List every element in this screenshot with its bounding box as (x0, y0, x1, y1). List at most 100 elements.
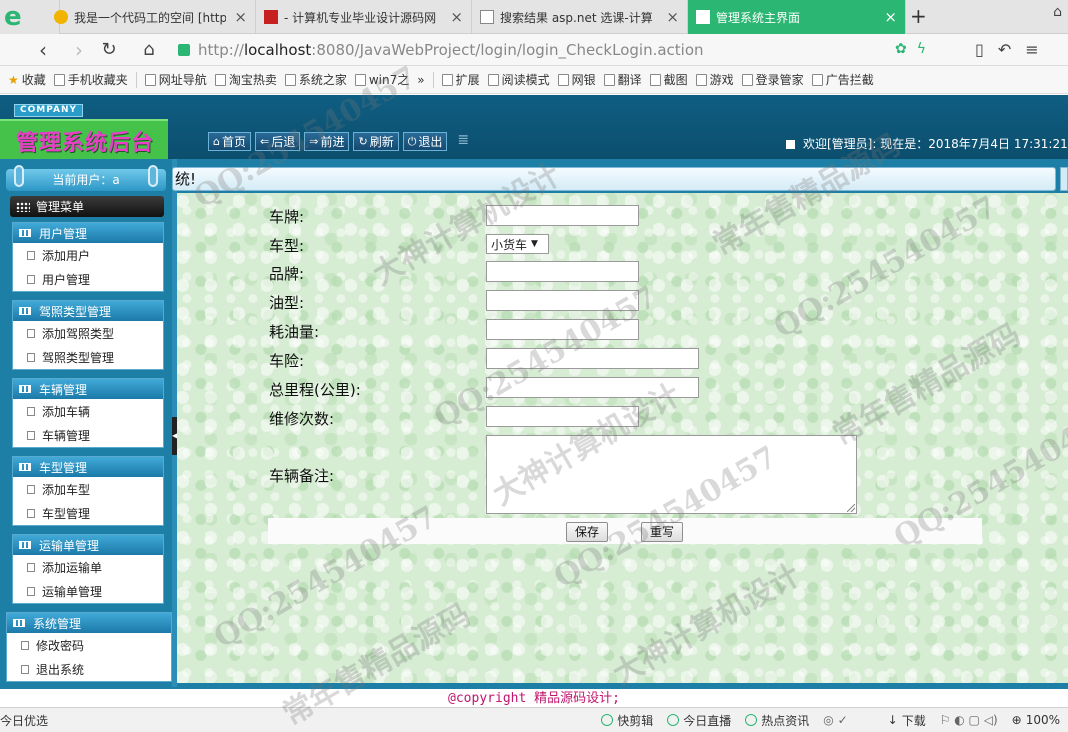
page-icon (696, 10, 710, 24)
plate-input[interactable] (486, 205, 639, 226)
bookmark-win7[interactable]: win7之 (354, 71, 409, 88)
fuel-consumption-input[interactable] (486, 319, 639, 340)
list-icon (19, 385, 31, 393)
remarks-textarea[interactable] (486, 435, 857, 514)
page-icon (27, 250, 35, 260)
home-icon[interactable]: ⌂ (136, 37, 162, 63)
sidebar-item-car-type-manage[interactable]: 车型管理 (13, 501, 163, 525)
insurance-input[interactable] (486, 348, 699, 369)
settings-icon[interactable]: ◎ ✓ (823, 713, 847, 727)
new-tab-button[interactable]: + (910, 4, 927, 28)
resize-grip-icon[interactable] (847, 504, 855, 512)
power-icon: ⏻ (407, 134, 417, 148)
logout-button[interactable]: ⏻ 退出 (402, 132, 448, 151)
menu-group-header[interactable]: 车辆管理 (13, 379, 163, 399)
sidebar: 当前用户：a 管理菜单 用户管理 添加用户 用户管理 驾照类型管理 添加驾照类型… (0, 159, 172, 687)
brand-input[interactable] (486, 261, 639, 282)
bookmark-translate[interactable]: 翻译 (603, 71, 642, 88)
status-news[interactable]: 热点资讯 (745, 712, 809, 729)
forward-button[interactable]: ⇒ 前进 (304, 132, 350, 151)
address-actions: ✿ ϟ (895, 41, 926, 57)
menu-group-header[interactable]: 车型管理 (13, 457, 163, 477)
bookmark-nav[interactable]: 网址导航 (144, 71, 207, 88)
repair-count-input[interactable] (486, 406, 639, 427)
tab-search-results[interactable]: 搜索结果 asp.net 选课-计算 × (472, 0, 688, 34)
zoom-level[interactable]: ⊕ 100% (1012, 713, 1060, 727)
mileage-input[interactable] (486, 377, 699, 398)
url-path: :8080/JavaWebProject/login/login_CheckLo… (311, 41, 704, 59)
menu-group-header[interactable]: 驾照类型管理 (13, 301, 163, 321)
bookmark-bank[interactable]: 网银 (557, 71, 596, 88)
tab-source-site[interactable]: - 计算机专业毕业设计源码网 × (256, 0, 472, 34)
content-area: 车牌: 车型: 小货车 ▼ 品牌: 油型: 耗油量: 车险: 总里程(公里): 维… (177, 193, 1068, 683)
status-live[interactable]: 今日直播 (667, 712, 731, 729)
gamepad-icon (695, 73, 707, 86)
menu-group-header[interactable]: 运输单管理 (13, 535, 163, 555)
bookmark-reading[interactable]: 阅读模式 (487, 71, 550, 88)
menu-icon[interactable]: ≡ (1025, 40, 1038, 59)
forward-arrow-icon[interactable]: › (66, 37, 92, 63)
phone-icon[interactable]: ▯ (975, 40, 984, 59)
repair-count-label: 维修次数: (269, 410, 335, 428)
accelerate-icon[interactable]: ✿ (895, 41, 907, 57)
bookmark-taobao[interactable]: 淘宝热卖 (214, 71, 277, 88)
tab-code-space[interactable]: 我是一个代码工的空间 [http: × (46, 0, 256, 34)
status-today-picks[interactable]: 今日优选 (0, 712, 48, 729)
news-icon (745, 714, 758, 726)
sidebar-item-change-password[interactable]: 修改密码 (7, 633, 171, 657)
bookmark-more[interactable]: » (417, 73, 424, 87)
tab-admin-main[interactable]: 管理系统主界面 × (688, 0, 906, 34)
home-button[interactable]: ⌂ 首页 (208, 132, 251, 151)
address-bar[interactable]: http://localhost:8080/JavaWebProject/log… (178, 37, 938, 63)
lightning-icon[interactable]: ϟ (917, 41, 926, 57)
sidebar-item-license-type-manage[interactable]: 驾照类型管理 (13, 345, 163, 369)
bookmark-adblock[interactable]: 广告拦截 (811, 71, 874, 88)
video-icon (601, 714, 614, 726)
brand-label: 品牌: (269, 265, 305, 283)
bookmark-screenshot[interactable]: 截图 (649, 71, 688, 88)
tab-close-icon[interactable]: × (234, 8, 247, 26)
list-icon: ≣ (457, 132, 470, 148)
bookmark-xitong[interactable]: 系统之家 (284, 71, 347, 88)
menu-group-header[interactable]: 系统管理 (7, 613, 171, 633)
status-download[interactable]: ↓ 下载 (888, 712, 926, 729)
save-button[interactable]: 保存 (566, 522, 609, 542)
bookmark-login-manager[interactable]: 登录管家 (741, 71, 804, 88)
back-arrow-icon[interactable]: ‹ (30, 37, 56, 63)
status-quick-edit[interactable]: 快剪辑 (601, 712, 653, 729)
bookmark-games[interactable]: 游戏 (695, 71, 734, 88)
back-button[interactable]: ⇐ 后退 (255, 132, 301, 151)
sidebar-item-add-transport-order[interactable]: 添加运输单 (13, 555, 163, 579)
sidebar-item-vehicle-manage[interactable]: 车辆管理 (13, 423, 163, 447)
sidebar-item-add-user[interactable]: 添加用户 (13, 243, 163, 267)
car-type-select[interactable]: 小货车 ▼ (486, 234, 549, 254)
tab-close-icon[interactable]: × (884, 8, 897, 26)
page-icon (480, 10, 494, 24)
page-icon (27, 562, 35, 572)
refresh-icon[interactable]: ↻ (96, 37, 122, 63)
sidebar-item-add-vehicle[interactable]: 添加车辆 (13, 399, 163, 423)
bookmarks-bar: ★ 收藏 手机收藏夹 网址导航 淘宝热卖 系统之家 win7之 » 扩展 阅读模式… (0, 66, 1068, 94)
sidebar-item-transport-order-manage[interactable]: 运输单管理 (13, 579, 163, 603)
insurance-label: 车险: (269, 352, 305, 370)
status-icons: ◎ ✓ (823, 713, 847, 727)
bookmark-favorites[interactable]: ★ 收藏 (8, 71, 46, 88)
bookmark-mobile[interactable]: 手机收藏夹 (53, 71, 128, 88)
page-icon (27, 508, 35, 518)
skin-icon[interactable]: ⌂ (1053, 4, 1062, 20)
tab-close-icon[interactable]: × (666, 8, 679, 26)
hook-icon (148, 165, 158, 187)
sidebar-item-add-license-type[interactable]: 添加驾照类型 (13, 321, 163, 345)
forward-arrow-icon: ⇒ (309, 135, 319, 148)
sidebar-item-exit-system[interactable]: 退出系统 (7, 657, 171, 681)
sidebar-item-user-manage[interactable]: 用户管理 (13, 267, 163, 291)
refresh-button[interactable]: ↻ 刷新 (353, 132, 399, 151)
reset-button[interactable]: 重写 (641, 522, 684, 542)
tab-close-icon[interactable]: × (450, 8, 463, 26)
undo-icon[interactable]: ↶ (998, 40, 1011, 59)
fuel-type-input[interactable] (486, 290, 639, 311)
square-icon (786, 140, 795, 149)
sidebar-item-add-car-type[interactable]: 添加车型 (13, 477, 163, 501)
bookmark-extensions[interactable]: 扩展 (441, 71, 480, 88)
menu-group-header[interactable]: 用户管理 (13, 223, 163, 243)
